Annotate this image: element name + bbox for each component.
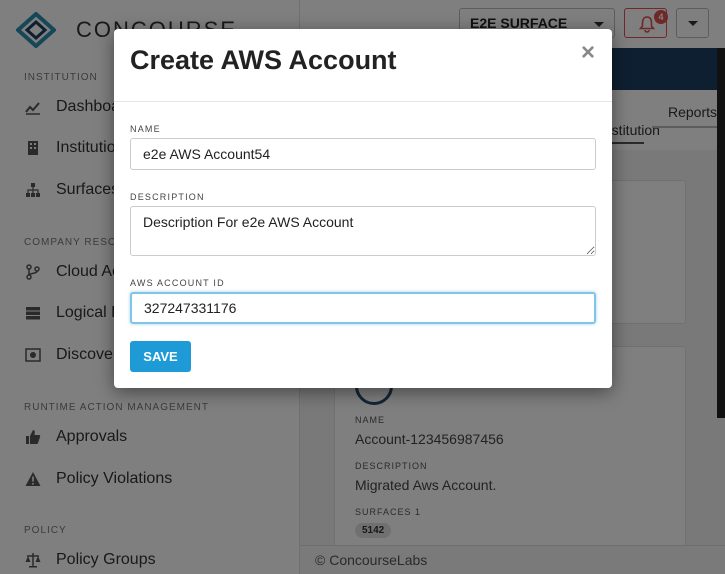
aws-account-id-label: AWS ACCOUNT ID [130,278,225,288]
name-input[interactable] [130,138,596,170]
save-button[interactable]: SAVE [130,341,191,372]
create-aws-account-modal: Create AWS Account × NAME DESCRIPTION De… [114,29,612,388]
modal-title: Create AWS Account [130,45,397,75]
name-label: NAME [130,124,161,134]
close-icon[interactable]: × [578,41,598,65]
aws-account-id-input[interactable] [130,292,596,324]
description-textarea[interactable]: Description For e2e AWS Account [130,206,596,256]
description-label: DESCRIPTION [130,192,205,202]
modal-header: Create AWS Account × [114,29,612,102]
